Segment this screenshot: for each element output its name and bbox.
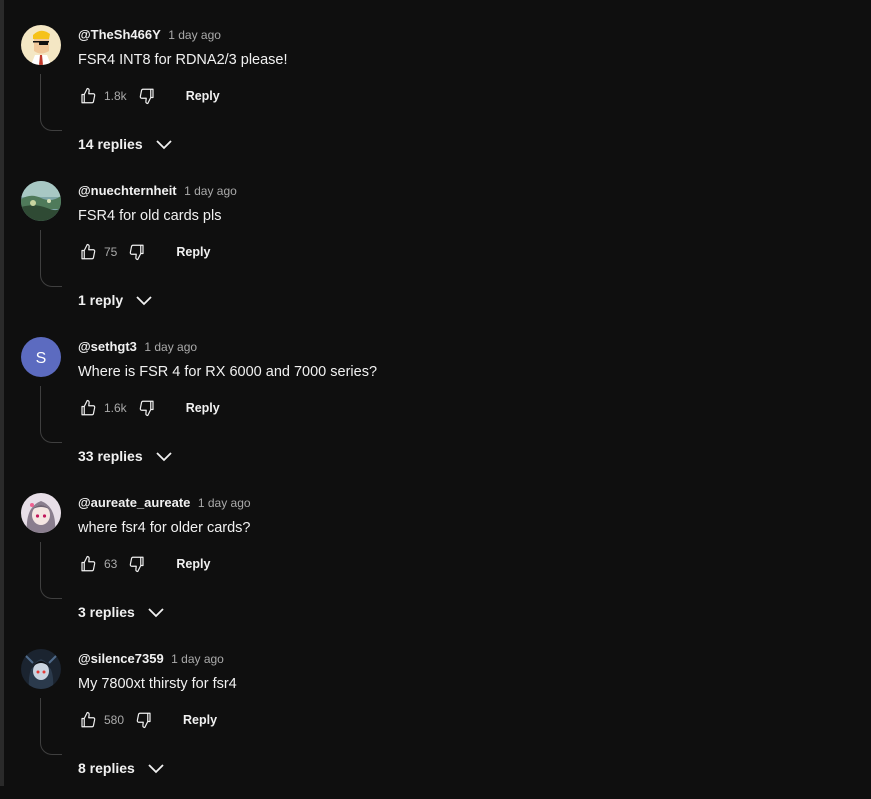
reply-button[interactable]: Reply xyxy=(183,713,217,727)
like-count: 1.6k xyxy=(104,401,127,415)
replies-count: 3 replies xyxy=(78,604,135,620)
comment-thread: @aureate_aureate 1 day ago where fsr4 fo… xyxy=(0,487,871,643)
thumbs-down-icon xyxy=(138,87,156,105)
show-replies-button[interactable]: 14 replies xyxy=(78,132,173,156)
comment-author[interactable]: @TheSh466Y xyxy=(78,27,161,42)
thumbs-up-icon xyxy=(79,243,97,261)
thumbs-up-icon xyxy=(79,711,97,729)
comment-time[interactable]: 1 day ago xyxy=(144,340,197,354)
thumbs-up-icon xyxy=(79,555,97,573)
comment-text: where fsr4 for older cards? xyxy=(78,518,250,538)
dislike-button[interactable] xyxy=(137,86,157,106)
comment-author[interactable]: @silence7359 xyxy=(78,651,164,666)
comment-time[interactable]: 1 day ago xyxy=(168,28,221,42)
like-count: 75 xyxy=(104,245,117,259)
avatar-image xyxy=(21,649,61,689)
avatar[interactable] xyxy=(21,493,61,533)
comment-actions: 1.8k Reply xyxy=(78,84,220,108)
avatar[interactable]: S xyxy=(21,337,61,377)
chevron-down-icon xyxy=(135,294,153,306)
avatar-image xyxy=(21,493,61,533)
comment-text: FSR4 for old cards pls xyxy=(78,206,221,226)
thread-line xyxy=(40,542,62,599)
thread-line xyxy=(40,698,62,755)
avatar-image xyxy=(21,181,61,221)
thumbs-up-icon xyxy=(79,399,97,417)
reply-button[interactable]: Reply xyxy=(176,245,210,259)
like-count: 580 xyxy=(104,713,124,727)
avatar[interactable] xyxy=(21,25,61,65)
reply-button[interactable]: Reply xyxy=(186,89,220,103)
replies-count: 1 reply xyxy=(78,292,123,308)
replies-count: 33 replies xyxy=(78,448,143,464)
thread-line xyxy=(40,74,62,131)
like-button[interactable] xyxy=(78,86,98,106)
reply-button[interactable]: Reply xyxy=(176,557,210,571)
comment-thread: @silence7359 1 day ago My 7800xt thirsty… xyxy=(0,643,871,799)
comment-text: Where is FSR 4 for RX 6000 and 7000 seri… xyxy=(78,362,377,382)
thumbs-down-icon xyxy=(128,555,146,573)
reply-button[interactable]: Reply xyxy=(186,401,220,415)
show-replies-button[interactable]: 1 reply xyxy=(78,288,153,312)
comment-author[interactable]: @aureate_aureate xyxy=(78,495,190,510)
dislike-button[interactable] xyxy=(127,554,147,574)
avatar-image xyxy=(21,25,61,65)
thumbs-down-icon xyxy=(135,711,153,729)
comment-thread: @TheSh466Y 1 day ago FSR4 INT8 for RDNA2… xyxy=(0,19,871,175)
comment-actions: 580 Reply xyxy=(78,708,217,732)
avatar[interactable] xyxy=(21,181,61,221)
comment-text: My 7800xt thirsty for fsr4 xyxy=(78,674,237,694)
comment-actions: 75 Reply xyxy=(78,240,210,264)
like-button[interactable] xyxy=(78,554,98,574)
thumbs-down-icon xyxy=(138,399,156,417)
dislike-button[interactable] xyxy=(134,710,154,730)
thread-line xyxy=(40,230,62,287)
like-count: 1.8k xyxy=(104,89,127,103)
comment-actions: 63 Reply xyxy=(78,552,210,576)
chevron-down-icon xyxy=(147,606,165,618)
chevron-down-icon xyxy=(155,450,173,462)
comment-thread: @nuechternheit 1 day ago FSR4 for old ca… xyxy=(0,175,871,331)
show-replies-button[interactable]: 33 replies xyxy=(78,444,173,468)
chevron-down-icon xyxy=(155,138,173,150)
avatar-letter: S xyxy=(36,350,47,367)
comment-actions: 1.6k Reply xyxy=(78,396,220,420)
comment-time[interactable]: 1 day ago xyxy=(198,496,251,510)
like-button[interactable] xyxy=(78,398,98,418)
chevron-down-icon xyxy=(147,762,165,774)
replies-count: 8 replies xyxy=(78,760,135,776)
thumbs-up-icon xyxy=(79,87,97,105)
comment-time[interactable]: 1 day ago xyxy=(171,652,224,666)
avatar-image: S xyxy=(21,337,61,377)
dislike-button[interactable] xyxy=(137,398,157,418)
comment-author[interactable]: @nuechternheit xyxy=(78,183,177,198)
comment-text: FSR4 INT8 for RDNA2/3 please! xyxy=(78,50,288,70)
comment-author[interactable]: @sethgt3 xyxy=(78,339,137,354)
like-button[interactable] xyxy=(78,242,98,262)
avatar[interactable] xyxy=(21,649,61,689)
like-button[interactable] xyxy=(78,710,98,730)
comment-time[interactable]: 1 day ago xyxy=(184,184,237,198)
thumbs-down-icon xyxy=(128,243,146,261)
show-replies-button[interactable]: 8 replies xyxy=(78,756,165,780)
comment-thread: S @sethgt3 1 day ago Where is FSR 4 for … xyxy=(0,331,871,487)
thread-line xyxy=(40,386,62,443)
show-replies-button[interactable]: 3 replies xyxy=(78,600,165,624)
dislike-button[interactable] xyxy=(127,242,147,262)
like-count: 63 xyxy=(104,557,117,571)
replies-count: 14 replies xyxy=(78,136,143,152)
